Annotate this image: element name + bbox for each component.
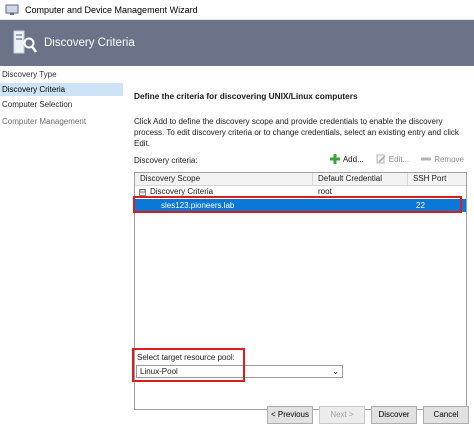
plus-icon: [329, 154, 340, 164]
chevron-down-icon[interactable]: ⌄: [332, 366, 339, 377]
grid-header: Discovery Scope Default Credential SSH P…: [135, 173, 466, 186]
remove-button[interactable]: Remove: [421, 154, 464, 164]
section-heading: Define the criteria for discovering UNIX…: [134, 91, 358, 101]
previous-button[interactable]: < Previous: [267, 406, 313, 424]
computer-search-icon: [13, 30, 37, 54]
computer-icon: [5, 4, 19, 15]
sidebar-item-computer-management[interactable]: Computer Management: [0, 115, 123, 128]
edit-button-label: Edit...: [388, 154, 410, 164]
column-default-credential[interactable]: Default Credential: [313, 173, 408, 185]
window-title: Computer and Device Management Wizard: [25, 4, 198, 15]
column-discovery-scope[interactable]: Discovery Scope: [135, 173, 313, 185]
sidebar-item-computer-selection[interactable]: Computer Selection: [0, 98, 123, 111]
minus-icon: [421, 157, 432, 161]
add-button-label: Add...: [342, 154, 364, 164]
sidebar-item-discovery-type[interactable]: Discovery Type: [0, 68, 123, 81]
discovery-criteria-label: Discovery criteria:: [134, 156, 198, 165]
wizard-sidebar: Discovery Type Discovery Criteria Comput…: [0, 66, 126, 443]
edit-button[interactable]: Edit...: [376, 154, 409, 164]
remove-button-label: Remove: [434, 154, 464, 164]
instructions-text: Click Add to define the discovery scope …: [134, 117, 459, 148]
sidebar-item-discovery-criteria[interactable]: Discovery Criteria: [0, 83, 123, 96]
highlight-selected-row: [133, 196, 462, 213]
discover-button[interactable]: Discover: [371, 406, 417, 424]
window-titlebar: Computer and Device Management Wizard: [0, 0, 474, 20]
next-button[interactable]: Next >: [319, 406, 365, 424]
column-ssh-port[interactable]: SSH Port: [408, 173, 466, 185]
wizard-main: Define the criteria for discovering UNIX…: [126, 66, 474, 443]
criteria-toolbar: Add... Edit... Remove: [318, 154, 464, 164]
page-title: Discovery Criteria: [44, 37, 135, 49]
collapse-icon[interactable]: ⊟: [139, 189, 146, 196]
cancel-button[interactable]: Cancel: [423, 406, 469, 424]
highlight-resource-pool: [132, 348, 245, 382]
edit-icon: [376, 154, 386, 164]
add-button[interactable]: Add...: [329, 154, 364, 164]
wizard-header: Discovery Criteria: [0, 20, 474, 66]
